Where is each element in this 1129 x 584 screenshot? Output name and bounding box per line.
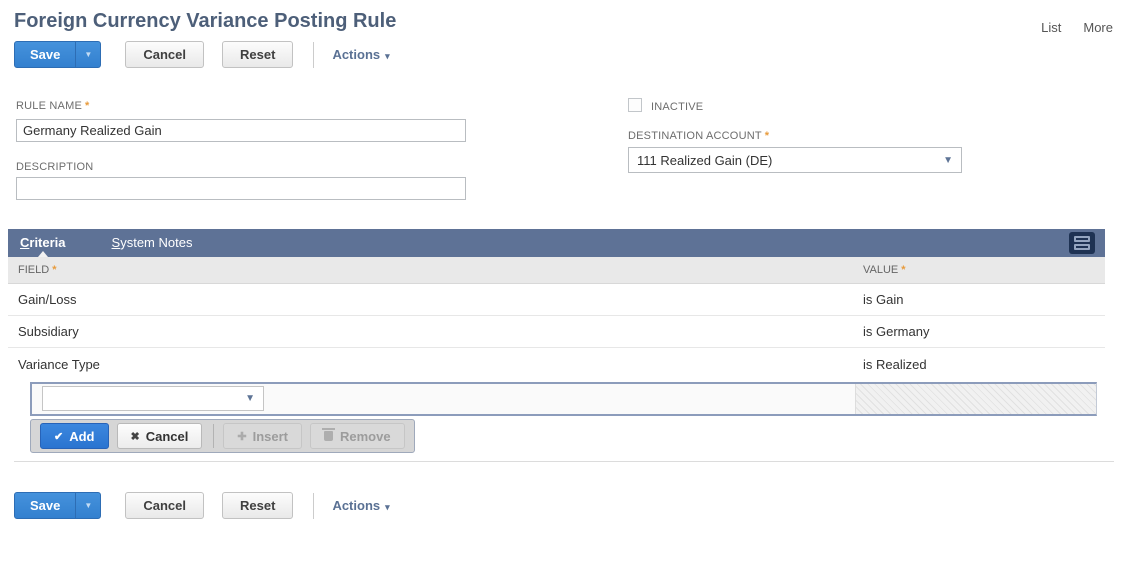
cancel-button[interactable]: Cancel (125, 41, 205, 68)
toolbar-divider (313, 492, 315, 519)
row-bar-icon (1074, 244, 1090, 250)
plus-icon: ✚ (237, 430, 247, 443)
required-marker: * (84, 100, 90, 112)
chevron-down-icon: ▼ (84, 50, 93, 59)
sublist-button-bar: ✔ Add ✖ Cancel ✚ Insert Remove (30, 419, 415, 453)
value-cell: is Germany (863, 324, 930, 339)
description-input[interactable] (16, 177, 466, 200)
save-button[interactable]: Save (15, 493, 75, 518)
bottom-toolbar: Save ▼ Cancel Reset Actions ▾ (14, 492, 390, 519)
toolbar-divider (313, 41, 315, 68)
top-toolbar: Save ▼ Cancel Reset Actions ▾ (14, 41, 390, 68)
save-split-button: Save ▼ (14, 492, 102, 519)
subtab-bar: Criteria System Notes (8, 229, 1105, 257)
field-cell: Subsidiary (18, 324, 79, 339)
row-bar-icon (1074, 236, 1090, 242)
list-link[interactable]: List (1041, 20, 1061, 35)
save-split-button: Save ▼ (14, 41, 102, 68)
chevron-down-icon: ▾ (385, 51, 390, 61)
reset-button[interactable]: Reset (222, 492, 294, 519)
reset-button[interactable]: Reset (222, 41, 294, 68)
form-bottom-divider (14, 461, 1114, 462)
button-divider (213, 424, 215, 448)
value-column-header: VALUE * (863, 264, 906, 276)
x-icon: ✖ (130, 430, 140, 443)
new-field-select[interactable]: ▼ (42, 386, 264, 411)
inactive-label: INACTIVE (651, 101, 704, 113)
new-field-cell: ▼ (32, 384, 855, 414)
page-title: Foreign Currency Variance Posting Rule (14, 10, 397, 32)
actions-menu[interactable]: Actions ▾ (332, 498, 389, 513)
description-label: DESCRIPTION (16, 161, 94, 173)
header-links: List More (1041, 20, 1113, 35)
field-column-header: FIELD * (18, 264, 57, 276)
remove-button: Remove (309, 423, 405, 449)
table-row[interactable]: Subsidiary is Germany (8, 316, 1105, 348)
actions-menu[interactable]: Actions ▾ (332, 47, 389, 62)
inactive-checkbox[interactable] (628, 98, 642, 112)
field-cell: Gain/Loss (18, 292, 77, 307)
required-marker: * (764, 130, 770, 142)
insert-button: ✚ Insert (223, 423, 302, 449)
save-button[interactable]: Save (15, 42, 75, 67)
tab-system-notes[interactable]: System Notes (112, 229, 193, 257)
add-button[interactable]: ✔ Add (40, 423, 109, 449)
value-cell: is Gain (863, 292, 904, 307)
field-cell: Variance Type (18, 356, 100, 372)
value-cell: is Realized (863, 356, 927, 372)
new-value-cell-disabled (855, 384, 1096, 414)
rule-name-label: RULE NAME * (16, 100, 90, 112)
required-marker: * (901, 264, 906, 276)
cancel-button[interactable]: Cancel (125, 492, 205, 519)
cancel-line-button[interactable]: ✖ Cancel (116, 423, 203, 449)
chevron-down-icon: ▼ (245, 393, 255, 404)
table-row[interactable]: Gain/Loss is Gain (8, 284, 1105, 316)
chevron-down-icon: ▾ (385, 502, 390, 512)
rule-name-input[interactable] (16, 119, 466, 142)
chevron-down-icon: ▼ (84, 501, 93, 510)
required-marker: * (52, 264, 57, 276)
table-row[interactable]: Variance Type is Realized (8, 348, 1105, 380)
save-dropdown-button[interactable]: ▼ (75, 493, 100, 518)
check-icon: ✔ (54, 430, 64, 443)
chevron-down-icon: ▼ (943, 154, 953, 166)
destination-account-select[interactable]: 111 Realized Gain (DE) ▼ (628, 147, 962, 173)
tab-criteria[interactable]: Criteria (20, 229, 66, 257)
sublist-layout-icon[interactable] (1069, 232, 1095, 254)
save-dropdown-button[interactable]: ▼ (75, 42, 100, 67)
more-link[interactable]: More (1083, 20, 1113, 35)
trash-icon (321, 428, 335, 441)
criteria-table-header: FIELD * VALUE * (8, 257, 1105, 284)
destination-account-label: DESTINATION ACCOUNT * (628, 130, 770, 142)
new-criteria-row: ▼ (30, 382, 1097, 416)
criteria-table: FIELD * VALUE * Gain/Loss is Gain Subsidia… (8, 257, 1105, 380)
